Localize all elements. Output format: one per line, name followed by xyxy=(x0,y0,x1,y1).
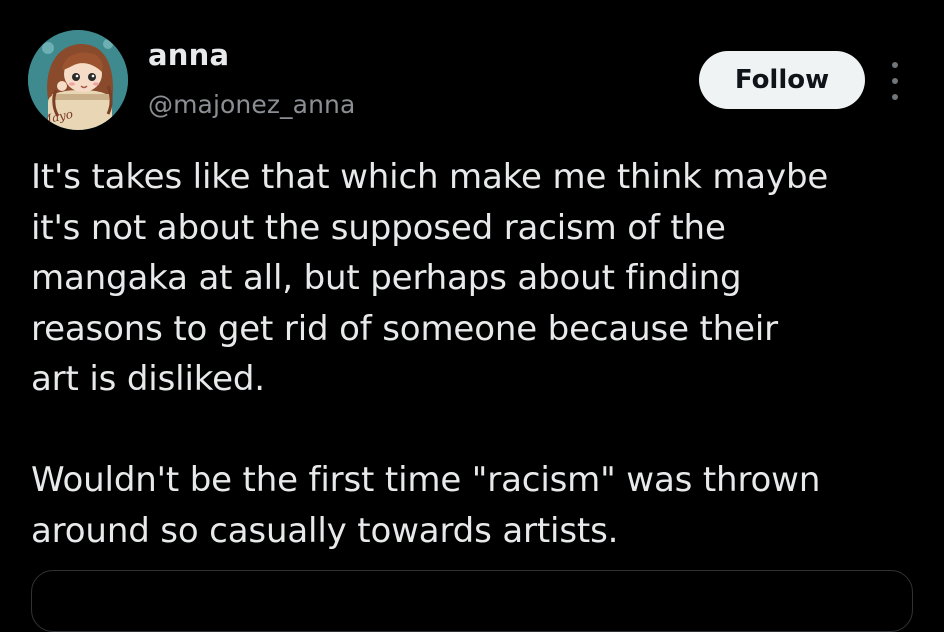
tweet-line: It's takes like that which make me think… xyxy=(31,157,829,197)
tweet-line: reasons to get rid of someone because th… xyxy=(31,308,778,349)
tweet-text: It's takes like that which make me think… xyxy=(31,152,931,556)
tweet-line: Wouldn't be the first time "racism" was … xyxy=(31,460,821,500)
follow-button[interactable]: Follow xyxy=(699,51,865,109)
quoted-tweet-card[interactable] xyxy=(31,570,913,632)
tweet-line: it's not about the supposed racism of th… xyxy=(31,207,726,248)
author-display-name[interactable]: anna xyxy=(148,38,229,72)
tweet-line: mangaka at all, but perhaps about findin… xyxy=(31,258,742,298)
tweet-line: around so casually towards artists. xyxy=(31,510,619,551)
more-vertical-icon-dot xyxy=(892,78,898,84)
avatar[interactable]: Mayo xyxy=(28,30,128,130)
more-vertical-icon-dot xyxy=(892,62,898,68)
tweet-paragraph-1: It's takes like that which make me think… xyxy=(31,152,931,405)
tweet-paragraph-2: Wouldn't be the first time "racism" was … xyxy=(31,455,931,556)
tweet-line: art is disliked. xyxy=(31,359,265,399)
tweet-card: Mayo anna @majonez_anna Follow It's take… xyxy=(0,0,944,632)
avatar-illustration-icon: Mayo xyxy=(28,30,128,130)
more-options-button[interactable] xyxy=(884,62,906,100)
author-handle[interactable]: @majonez_anna xyxy=(148,90,355,119)
more-vertical-icon-dot xyxy=(892,94,898,100)
